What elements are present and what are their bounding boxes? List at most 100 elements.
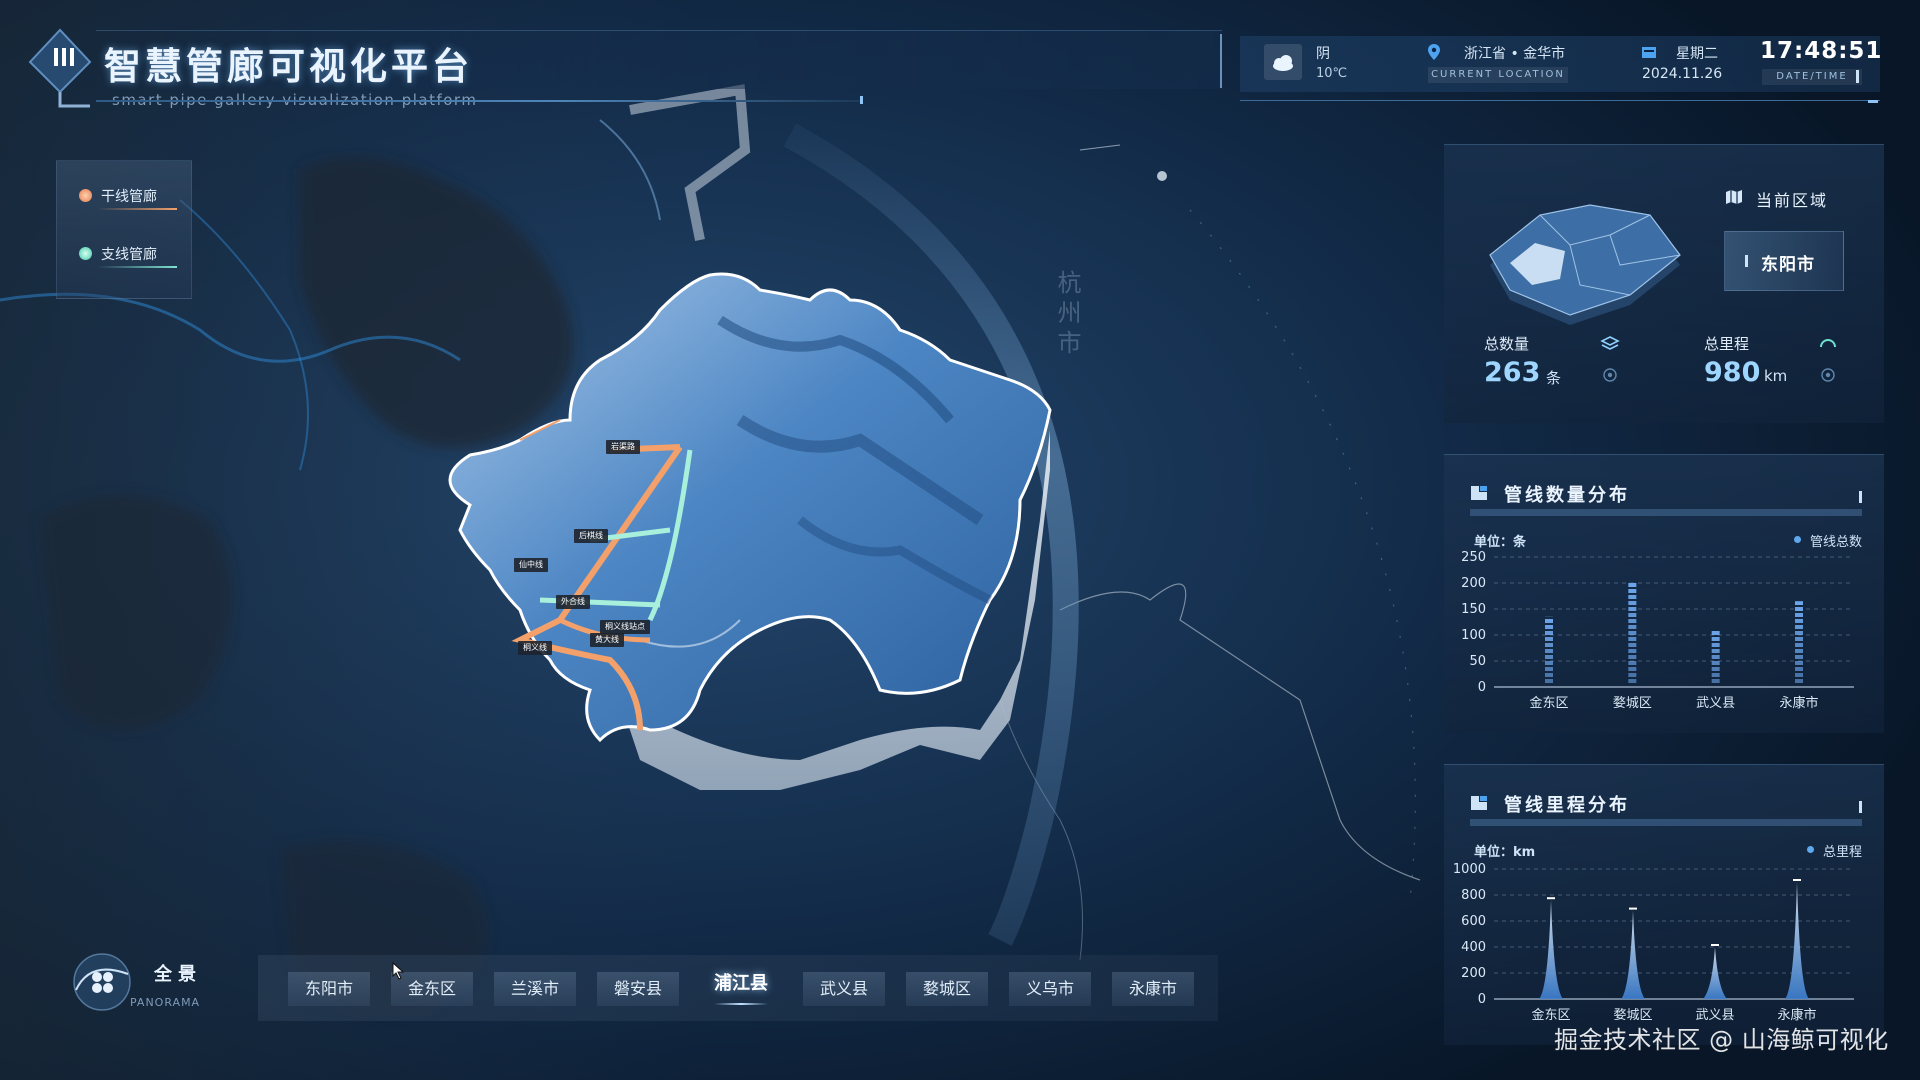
x-tick-label: 武义县 <box>1696 696 1735 711</box>
bar-segment <box>1628 655 1637 659</box>
district-tab-lanxi[interactable]: 兰溪市 <box>494 972 576 1006</box>
total-count-unit: 条 <box>1546 369 1562 387</box>
title-underline <box>96 100 862 102</box>
spike-cap <box>1711 944 1719 946</box>
bar-segment <box>1628 673 1637 677</box>
bar-segment <box>1795 661 1803 665</box>
district-tab-wuyi[interactable]: 武义县 <box>803 972 885 1006</box>
district-tab-pujiang[interactable]: 浦江县 <box>700 967 782 1005</box>
y-tick-label: 100 <box>1461 628 1486 643</box>
panorama-icon <box>73 953 131 1011</box>
branch-dot-icon <box>79 247 92 260</box>
x-tick-label: 婺城区 <box>1613 695 1652 711</box>
watermark-text: 掘金技术社区 @ 山海鲸可视化 <box>1554 1026 1889 1054</box>
pipe-tag[interactable]: 桐义线 <box>518 641 552 655</box>
bar-segment <box>1711 667 1720 671</box>
current-region-badge[interactable]: 东阳市 <box>1724 231 1844 291</box>
current-region-label: 当前区域 <box>1756 191 1829 210</box>
bar-segment <box>1545 649 1553 653</box>
legend-line <box>97 208 177 210</box>
map-icon <box>1726 190 1742 204</box>
district-tab-yongkang[interactable]: 永康市 <box>1112 972 1194 1006</box>
active-tab-underline <box>714 1003 768 1005</box>
legend-label: 干线管廊 <box>101 189 157 205</box>
total-count-label: 总数量 <box>1484 335 1530 353</box>
spike-shape <box>1785 882 1809 999</box>
y-tick-label: 800 <box>1461 888 1486 903</box>
logo-icon <box>28 28 92 108</box>
bar-segment <box>1795 637 1803 641</box>
spike-shape <box>1703 947 1727 999</box>
location-caption: CURRENT LOCATION <box>1428 67 1568 83</box>
bar <box>1628 583 1637 683</box>
header-rule-end <box>1868 100 1878 103</box>
bar-segment <box>1628 589 1637 593</box>
title-underline-tick <box>860 96 863 104</box>
pipe-tag[interactable]: 岩渠路 <box>606 440 640 454</box>
district-tab-yiwu[interactable]: 义乌市 <box>1009 972 1091 1006</box>
total-length-unit: km <box>1764 367 1788 385</box>
layers-icon <box>1600 336 1620 382</box>
y-tick-label: 250 <box>1461 550 1486 565</box>
pipe-tag[interactable]: 黄大线 <box>590 633 624 647</box>
panorama-sublabel: PANORAMA <box>130 996 201 1009</box>
pipe-tag[interactable]: 桐义线站点 <box>600 620 650 634</box>
district-tab-dongyang[interactable]: 东阳市 <box>288 972 370 1006</box>
pipe-tag[interactable]: 仙中线 <box>514 558 548 572</box>
bar-segment <box>1795 601 1803 605</box>
bar-segment <box>1628 667 1637 671</box>
district-tab-wucheng[interactable]: 婺城区 <box>906 972 988 1006</box>
legend-line <box>97 266 177 268</box>
bar-segment <box>1795 625 1803 629</box>
spike-shape <box>1539 900 1563 999</box>
bar-segment <box>1711 661 1720 665</box>
y-tick-label: 200 <box>1461 966 1486 981</box>
bar-segment <box>1545 637 1553 641</box>
bar-segment <box>1545 619 1553 623</box>
spike-shape <box>1621 910 1645 999</box>
spike-bar <box>1785 879 1809 999</box>
temperature-text: 10℃ <box>1316 66 1348 81</box>
location-text: 浙江省 • 金华市 <box>1464 46 1566 62</box>
bar-segment <box>1711 637 1720 641</box>
header-separator <box>1220 34 1222 88</box>
panorama-button[interactable]: 全景 PANORAMA <box>70 950 220 1014</box>
bar-segment <box>1545 631 1553 635</box>
total-length-value: 980 <box>1704 357 1761 388</box>
x-tick-label: 永康市 <box>1779 695 1818 711</box>
panorama-label: 全景 <box>154 964 202 985</box>
pipe-tag[interactable]: 外合线 <box>556 595 590 609</box>
y-tick-label: 200 <box>1461 576 1486 591</box>
spike-cap <box>1547 897 1555 900</box>
length-spike-chart: 02004006008001000金东区 婺城区 武义县 永康市 <box>1453 862 1854 1023</box>
y-tick-label: 400 <box>1461 940 1486 955</box>
clock-time: 17:48:51 <box>1760 38 1883 64</box>
district-tab-panan[interactable]: 磐安县 <box>597 972 679 1006</box>
spike-bar <box>1539 897 1563 999</box>
bar <box>1795 601 1803 683</box>
bar-segment <box>1628 637 1637 641</box>
spike-bar <box>1703 944 1727 999</box>
map-city-label: 杭州市 <box>1053 270 1081 360</box>
bar-segment <box>1795 679 1803 683</box>
pipe-tag[interactable]: 后棋线 <box>574 529 608 543</box>
region-mini-map[interactable] <box>1480 185 1690 335</box>
bar-segment <box>1795 619 1803 623</box>
bar-segment <box>1545 661 1553 665</box>
bar-segment <box>1795 613 1803 617</box>
length-distribution-panel: 管线里程分布 单位：km 总里程 0 200 400 600 800 1000 金东区 婺城区… <box>1444 764 1884 1045</box>
region-panel: 当前区域 东阳市 总数量 263 条 总里程 980 km <box>1444 144 1884 423</box>
header: 智慧管廊可视化平台 smart pipe gallery visualizati… <box>0 0 1920 110</box>
x-tick-label: 金东区 <box>1529 695 1568 711</box>
weather-text: 阴 <box>1316 46 1330 62</box>
bar-segment <box>1795 643 1803 647</box>
y-tick-label: 600 <box>1461 914 1486 929</box>
bar-segment <box>1795 655 1803 659</box>
time-caption: DATE/TIME <box>1762 69 1862 85</box>
total-count-value: 263 <box>1484 357 1541 388</box>
gauge-icon <box>1820 339 1836 382</box>
bar-segment <box>1628 661 1637 665</box>
y-tick-label: 150 <box>1461 602 1486 617</box>
bar-segment <box>1545 673 1553 677</box>
y-tick-label: 1000 <box>1453 862 1486 877</box>
